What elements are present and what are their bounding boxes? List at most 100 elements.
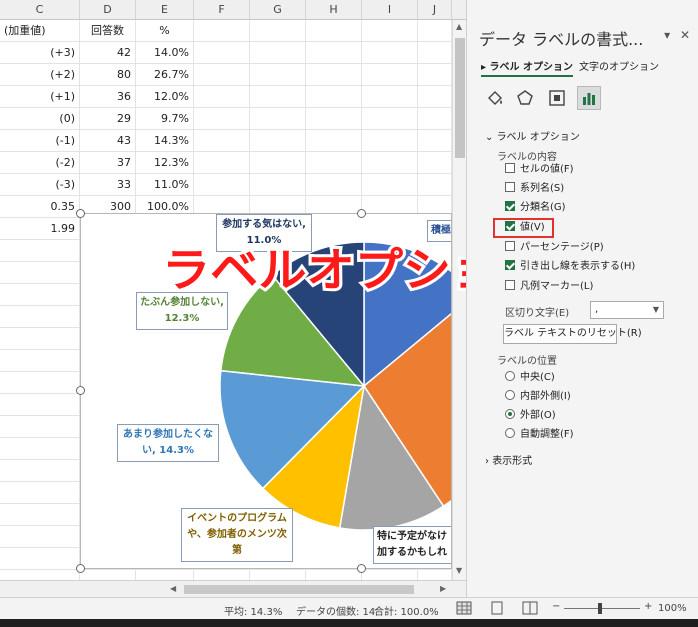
- cell[interactable]: %: [136, 20, 194, 42]
- cell[interactable]: [418, 64, 452, 86]
- scroll-down-icon[interactable]: ▼: [456, 566, 462, 575]
- cell[interactable]: [306, 108, 362, 130]
- cell[interactable]: [418, 130, 452, 152]
- data-label-5[interactable]: 特に予定がなけ 加するかもしれ: [373, 526, 451, 564]
- data-label-4[interactable]: イベントのプログラム や、参加者のメンツ次 第: [181, 508, 293, 562]
- cell[interactable]: [250, 42, 306, 64]
- cell[interactable]: [194, 64, 250, 86]
- cell[interactable]: (-3): [0, 174, 80, 196]
- cell[interactable]: (-2): [0, 152, 80, 174]
- cell[interactable]: 11.0%: [136, 174, 194, 196]
- zoom-slider-thumb[interactable]: [598, 603, 602, 614]
- checkbox-legend-key[interactable]: 凡例マーカー(L): [505, 280, 593, 294]
- cell[interactable]: 37: [80, 152, 136, 174]
- cell[interactable]: [0, 438, 80, 460]
- cell[interactable]: [306, 174, 362, 196]
- checkbox-leader-lines-box[interactable]: [505, 260, 515, 270]
- cell[interactable]: (+2): [0, 64, 80, 86]
- cell[interactable]: [250, 20, 306, 42]
- cell[interactable]: (+3): [0, 42, 80, 64]
- data-label-1[interactable]: 参加する気はない, 11.0%: [216, 214, 312, 252]
- cell[interactable]: (加重値): [0, 20, 80, 42]
- section-label-options[interactable]: ⌄ ラベル オプション: [485, 128, 580, 143]
- zoom-level[interactable]: 100%: [658, 603, 687, 614]
- checkbox-percentage-box[interactable]: [505, 241, 515, 251]
- column-header-g[interactable]: G: [250, 0, 306, 20]
- chart-resize-handle-ml[interactable]: [76, 386, 85, 395]
- horizontal-scroll-thumb[interactable]: [184, 585, 414, 594]
- scroll-right-icon[interactable]: ▶: [440, 584, 446, 593]
- cell[interactable]: [194, 108, 250, 130]
- size-properties-icon[interactable]: [545, 86, 569, 110]
- close-icon[interactable]: ✕: [680, 28, 690, 42]
- cell[interactable]: 回答数: [80, 20, 136, 42]
- cell[interactable]: [0, 240, 80, 262]
- cell[interactable]: [306, 86, 362, 108]
- bar-chart-options-icon[interactable]: [577, 86, 601, 110]
- column-header-h[interactable]: H: [306, 0, 362, 20]
- cell[interactable]: 26.7%: [136, 64, 194, 86]
- column-header-j[interactable]: J: [418, 0, 452, 20]
- data-label-3[interactable]: あまり参加したくな い, 14.3%: [117, 424, 219, 462]
- cell[interactable]: [0, 328, 80, 350]
- vertical-scrollbar[interactable]: ▲ ▼: [452, 20, 466, 580]
- cell[interactable]: [306, 20, 362, 42]
- cell[interactable]: 0.35: [0, 196, 80, 218]
- cell[interactable]: [250, 174, 306, 196]
- cell[interactable]: [362, 42, 418, 64]
- cell[interactable]: [418, 152, 452, 174]
- cell[interactable]: [0, 306, 80, 328]
- cell[interactable]: 9.7%: [136, 108, 194, 130]
- cell[interactable]: 12.3%: [136, 152, 194, 174]
- cell[interactable]: [418, 86, 452, 108]
- cell[interactable]: [194, 130, 250, 152]
- paint-bucket-icon[interactable]: [483, 86, 507, 110]
- column-header-e[interactable]: E: [136, 0, 194, 20]
- cell[interactable]: [362, 86, 418, 108]
- column-header-i[interactable]: I: [362, 0, 418, 20]
- cell[interactable]: [0, 416, 80, 438]
- pentagon-effects-icon[interactable]: [513, 86, 537, 110]
- scroll-up-icon[interactable]: ▲: [456, 22, 462, 31]
- cell[interactable]: 14.0%: [136, 42, 194, 64]
- cell[interactable]: [194, 20, 250, 42]
- checkbox-series-name-box[interactable]: [505, 182, 515, 192]
- radio-outside-end[interactable]: 外部(O): [505, 409, 556, 423]
- cell[interactable]: [362, 20, 418, 42]
- cell[interactable]: [362, 64, 418, 86]
- column-header-d[interactable]: D: [80, 0, 136, 20]
- cell[interactable]: [0, 482, 80, 504]
- cell[interactable]: (-1): [0, 130, 80, 152]
- cell[interactable]: [362, 130, 418, 152]
- checkbox-leader-lines[interactable]: 引き出し線を表示する(H): [505, 260, 635, 274]
- tab-text-options[interactable]: 文字のオプション: [579, 58, 659, 73]
- radio-best-fit[interactable]: 自動調整(F): [505, 428, 574, 442]
- cell[interactable]: 14.3%: [136, 130, 194, 152]
- cell[interactable]: [418, 20, 452, 42]
- cell[interactable]: 12.0%: [136, 86, 194, 108]
- checkbox-percentage[interactable]: パーセンテージ(P): [505, 241, 604, 255]
- cell[interactable]: [0, 460, 80, 482]
- cell[interactable]: [362, 152, 418, 174]
- cell[interactable]: [418, 42, 452, 64]
- checkbox-category-name-box[interactable]: [505, 201, 515, 211]
- cell[interactable]: 80: [80, 64, 136, 86]
- checkbox-category-name[interactable]: 分類名(G): [505, 201, 566, 215]
- cell[interactable]: [306, 152, 362, 174]
- checkbox-legend-key-box[interactable]: [505, 280, 515, 290]
- cell[interactable]: [194, 152, 250, 174]
- cell[interactable]: [418, 108, 452, 130]
- checkbox-cell-value-box[interactable]: [505, 163, 515, 173]
- cell[interactable]: [194, 42, 250, 64]
- cell[interactable]: [362, 108, 418, 130]
- radio-best-fit-dot[interactable]: [505, 428, 515, 438]
- page-layout-view-icon[interactable]: [490, 601, 504, 618]
- radio-center[interactable]: 中央(C): [505, 371, 555, 385]
- cell[interactable]: [0, 350, 80, 372]
- cell[interactable]: [250, 152, 306, 174]
- cell[interactable]: [250, 108, 306, 130]
- cell[interactable]: [0, 262, 80, 284]
- cell[interactable]: [0, 394, 80, 416]
- chevron-down-icon[interactable]: ▾: [664, 28, 670, 42]
- cell[interactable]: 43: [80, 130, 136, 152]
